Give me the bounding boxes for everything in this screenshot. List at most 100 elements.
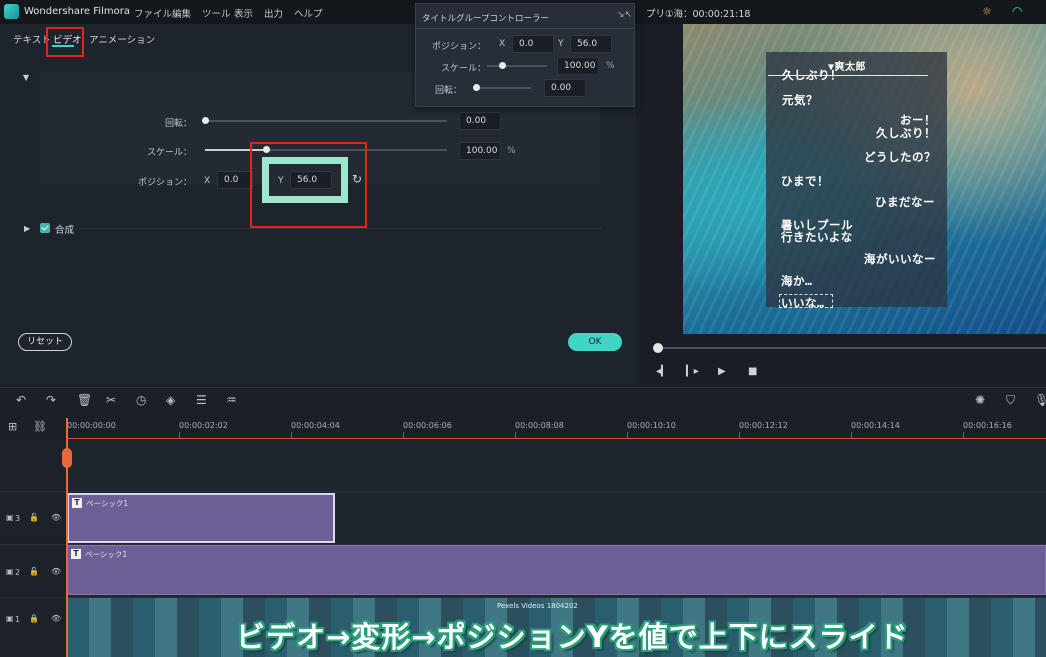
position-label: ポジション：: [137, 178, 192, 188]
text-selection-box[interactable]: [779, 294, 833, 308]
position-y-field[interactable]: 56.0: [290, 171, 332, 189]
controller-title: タイトルグループコントローラー: [422, 14, 549, 24]
title-clip-track3[interactable]: T ベーシック1: [67, 493, 335, 543]
card-line: ひまで！: [781, 174, 829, 188]
track-type-icon: ▣: [6, 567, 14, 576]
lock-icon[interactable]: 🔓: [29, 567, 39, 576]
controller-divider: [416, 28, 634, 29]
menu-help[interactable]: ヘルプ: [294, 6, 323, 20]
controller-rotation-knob[interactable]: [473, 84, 480, 91]
redo-icon[interactable]: ↷: [46, 393, 56, 407]
ruler-baseline: [66, 438, 1046, 439]
title-clip-icon: T: [72, 498, 82, 508]
track-type-icon: ▣: [6, 614, 14, 623]
next-frame-icon[interactable]: ▎▸: [686, 366, 699, 377]
position-x-label: X: [204, 176, 211, 186]
tick-label: 00:00:02:02: [179, 421, 228, 430]
controller-x-field[interactable]: 0.0: [512, 35, 554, 53]
stop-icon[interactable]: ■: [748, 366, 757, 377]
reset-button[interactable]: リセット: [18, 333, 72, 351]
controller-rotation-field[interactable]: 0.00: [544, 79, 586, 97]
preview-scrubber[interactable]: [657, 347, 1046, 349]
controller-x-label: X: [499, 39, 506, 49]
highlight-box-video-tab: [46, 27, 84, 57]
track-number: 2: [15, 568, 21, 577]
delete-icon[interactable]: 🗑: [77, 393, 92, 407]
headset-icon[interactable]: ◠: [1012, 4, 1022, 18]
menu-tools[interactable]: ツール: [202, 6, 231, 20]
transform-expand-icon[interactable]: ▼: [23, 73, 29, 82]
controller-scale-label: スケール：: [440, 64, 486, 74]
title-clip-track2[interactable]: T ベーシック1: [67, 545, 1046, 595]
scale-label: スケール：: [146, 148, 192, 158]
card-line: ひまだなー: [875, 195, 935, 209]
controller-scale-unit: %: [606, 61, 615, 71]
title-clip-icon: T: [71, 549, 81, 559]
eye-icon[interactable]: 👁: [51, 614, 61, 623]
cut-icon[interactable]: ✂: [106, 393, 116, 407]
eye-icon[interactable]: 👁: [51, 513, 61, 522]
menu-export[interactable]: 出力: [264, 6, 283, 20]
card-line: 久しぶり！: [782, 68, 842, 82]
video-clip-name: Pexels Videos 1804202: [497, 602, 578, 610]
undo-icon[interactable]: ↶: [16, 393, 26, 407]
keyframe-icon[interactable]: ◈: [166, 393, 175, 407]
position-y-label: Y: [278, 176, 284, 186]
position-x-field[interactable]: 0.0: [217, 171, 253, 189]
controller-scale-slider[interactable]: [487, 65, 547, 67]
tick-label: 00:00:04:04: [291, 421, 340, 430]
composite-expand-icon[interactable]: ▶: [24, 224, 30, 233]
scale-field[interactable]: 100.00: [459, 142, 501, 160]
adjust-icon[interactable]: ☰: [196, 393, 207, 407]
marker-icon[interactable]: ⛉: [1006, 393, 1015, 408]
card-line: 行きたいよな: [781, 230, 853, 244]
card-line: 海か…: [781, 274, 813, 288]
link-icon[interactable]: ⛓: [33, 420, 47, 433]
rotation-slider[interactable]: [205, 120, 447, 122]
reset-position-icon[interactable]: ↻: [352, 172, 362, 186]
tab-animation[interactable]: アニメーション: [89, 32, 155, 46]
speed-icon[interactable]: ◷: [136, 393, 146, 407]
tick-label: 00:00:00:00: [67, 421, 116, 430]
composite-label: 合成: [55, 225, 75, 236]
clip-name: ベーシック1: [86, 499, 129, 508]
rotation-field[interactable]: 0.00: [459, 112, 501, 130]
composite-checkbox[interactable]: [40, 223, 50, 233]
preview-scrubber-knob[interactable]: [653, 343, 663, 353]
filmora-window: Wondershare Filmora ファイル 編集 ツール 表示 出力 ヘル…: [0, 0, 1046, 657]
lock-icon[interactable]: 🔒: [29, 614, 39, 623]
controller-position-label: ポジション：: [431, 42, 486, 52]
controller-rotation-label: 回転：: [434, 86, 462, 96]
collapse-icon[interactable]: ↘↖: [617, 10, 632, 20]
track-type-icon: ▣: [6, 513, 14, 522]
scale-unit: %: [507, 146, 516, 156]
prev-frame-icon[interactable]: ◂▎: [656, 366, 669, 377]
menu-view[interactable]: 表示: [234, 6, 253, 20]
track-number: 3: [15, 514, 21, 523]
preview-title: プリ①海：00:00:21:18: [646, 9, 751, 20]
clip-name: ベーシック1: [85, 550, 128, 559]
controller-scale-knob[interactable]: [499, 62, 506, 69]
composite-divider: [80, 228, 602, 229]
brightness-icon[interactable]: ☼: [982, 5, 992, 18]
card-line: 久しぶり！: [876, 126, 936, 140]
card-line: どうしたの？: [864, 150, 936, 164]
rotation-slider-knob[interactable]: [202, 117, 209, 124]
ok-button[interactable]: OK: [568, 333, 622, 351]
tick-label: 00:00:08:08: [515, 421, 564, 430]
render-icon[interactable]: ✺: [975, 393, 985, 407]
mic-icon[interactable]: 🎙: [1034, 393, 1046, 407]
controller-y-field[interactable]: 56.0: [570, 35, 612, 53]
controller-y-label: Y: [558, 39, 564, 49]
play-icon[interactable]: ▶: [718, 366, 726, 377]
eye-icon[interactable]: 👁: [51, 567, 61, 576]
menu-edit[interactable]: 編集: [172, 6, 191, 20]
add-track-icon[interactable]: ⊞: [8, 420, 17, 433]
card-line: 元気？: [782, 93, 818, 107]
audio-icon[interactable]: ♒: [226, 393, 237, 407]
controller-scale-field[interactable]: 100.00: [557, 57, 599, 75]
menu-file[interactable]: ファイル: [134, 6, 172, 20]
lock-icon[interactable]: 🔓: [29, 513, 39, 522]
playhead-handle[interactable]: [62, 448, 72, 468]
controller-rotation-slider[interactable]: [476, 87, 531, 89]
